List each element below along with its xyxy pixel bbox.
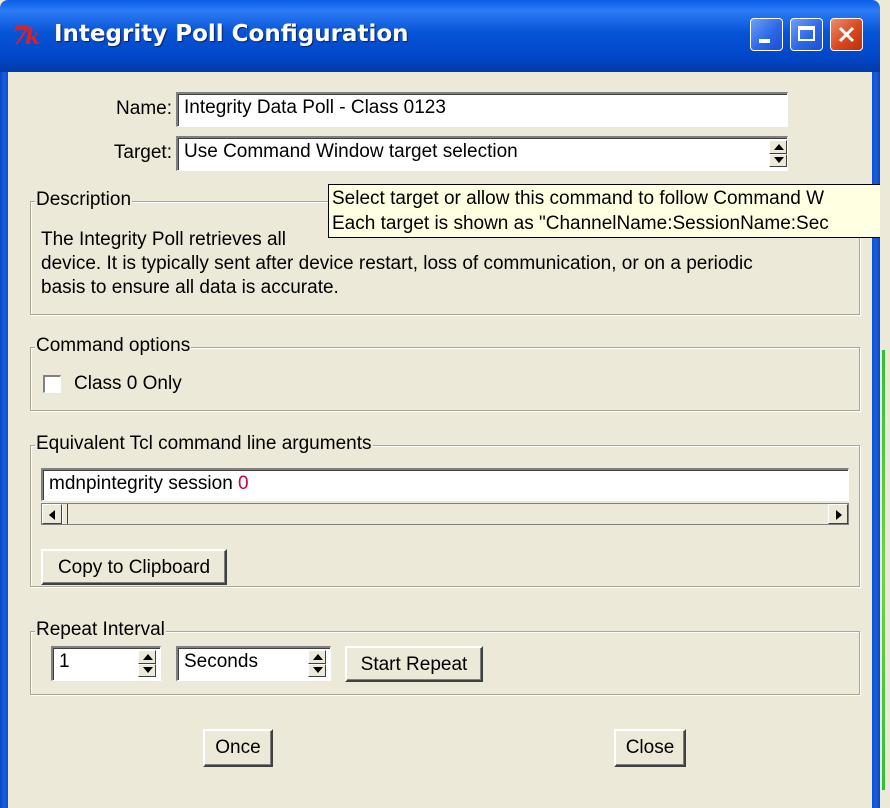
background-accent-bar <box>882 350 885 790</box>
minimize-button[interactable] <box>750 18 783 51</box>
arrow-right-icon <box>836 510 842 520</box>
target-spin-down[interactable] <box>769 153 787 167</box>
interval-unit-value: Seconds <box>184 651 258 672</box>
close-icon <box>838 26 855 43</box>
tooltip-line-1: Select target or allow this command to f… <box>332 188 825 209</box>
target-tooltip: Select target or allow this command to f… <box>328 184 890 238</box>
description-title: Description <box>35 189 133 211</box>
target-value: Use Command Window target selection <box>184 141 518 162</box>
start-repeat-button[interactable]: Start Repeat <box>345 646 483 682</box>
unit-spin-buttons[interactable] <box>308 650 326 677</box>
tcl-command-text: mdnpintegrity session <box>49 473 239 494</box>
once-button[interactable]: Once <box>203 729 273 767</box>
scroll-left-button[interactable] <box>42 504 62 524</box>
arrow-down-icon <box>143 666 153 673</box>
description-line-3: basis to ensure all data is accurate. <box>41 277 339 298</box>
maximize-icon <box>798 26 815 41</box>
window-frame-left <box>0 72 8 808</box>
class0-label[interactable]: Class 0 Only <box>74 372 182 396</box>
tcl-command-field[interactable]: mdnpintegrity session 0 <box>41 468 849 501</box>
dialog-body: Name: Integrity Data Poll - Class 0123 T… <box>8 72 872 808</box>
scroll-right-button[interactable] <box>828 504 848 524</box>
target-label: Target: <box>113 142 172 163</box>
tcl-args-group: Equivalent Tcl command line arguments md… <box>30 433 860 587</box>
title-bar[interactable]: 7 k Integrity Poll Configuration <box>0 0 880 72</box>
maximize-button[interactable] <box>790 18 823 51</box>
copy-to-clipboard-button[interactable]: Copy to Clipboard <box>41 549 227 585</box>
unit-spin-up[interactable] <box>308 650 326 664</box>
scroll-thumb[interactable] <box>62 504 68 524</box>
target-spin-buttons[interactable] <box>769 140 787 167</box>
close-dialog-button[interactable]: Close <box>614 729 686 767</box>
interval-value: 1 <box>59 651 70 672</box>
window-title: Integrity Poll Configuration <box>54 21 409 47</box>
arrow-down-icon <box>313 666 323 673</box>
unit-spin-down[interactable] <box>308 663 326 677</box>
command-options-group: Command options Class 0 Only <box>30 335 860 411</box>
name-label: Name: <box>116 98 172 119</box>
class0-checkbox[interactable] <box>43 375 61 393</box>
description-line-2: device. It is typically sent after devic… <box>41 253 753 274</box>
tcl-args-title: Equivalent Tcl command line arguments <box>35 433 373 455</box>
background-window-edge <box>880 0 890 808</box>
name-field[interactable]: Integrity Data Poll - Class 0123 <box>176 92 788 127</box>
close-button[interactable] <box>830 18 863 51</box>
tcl-horizontal-scrollbar[interactable] <box>41 503 849 525</box>
window-frame-right <box>872 72 880 808</box>
target-spinbox[interactable]: Use Command Window target selection <box>176 136 788 171</box>
arrow-up-icon <box>313 654 323 660</box>
interval-spin-up[interactable] <box>138 650 156 664</box>
arrow-left-icon <box>49 510 55 520</box>
dialog-window: 7 k Integrity Poll Configuration Name: I… <box>0 0 890 808</box>
arrow-up-icon <box>774 144 784 150</box>
arrow-down-icon <box>774 156 784 163</box>
interval-spin-down[interactable] <box>138 663 156 677</box>
interval-spin-buttons[interactable] <box>138 650 156 677</box>
repeat-interval-title: Repeat Interval <box>35 619 166 641</box>
tooltip-line-2: Each target is shown as "ChannelName:Ses… <box>332 213 829 234</box>
tk-feather-icon: 7 k <box>12 21 40 50</box>
svg-text:k: k <box>25 24 40 50</box>
repeat-interval-group: Repeat Interval 1 Seconds Start Repeat <box>30 619 860 695</box>
tcl-command-arg: 0 <box>238 473 249 494</box>
command-options-title: Command options <box>35 335 192 357</box>
target-spin-up[interactable] <box>769 140 787 154</box>
arrow-up-icon <box>143 654 153 660</box>
minimize-icon <box>759 39 770 43</box>
description-line-1: The Integrity Poll retrieves all <box>41 229 286 250</box>
